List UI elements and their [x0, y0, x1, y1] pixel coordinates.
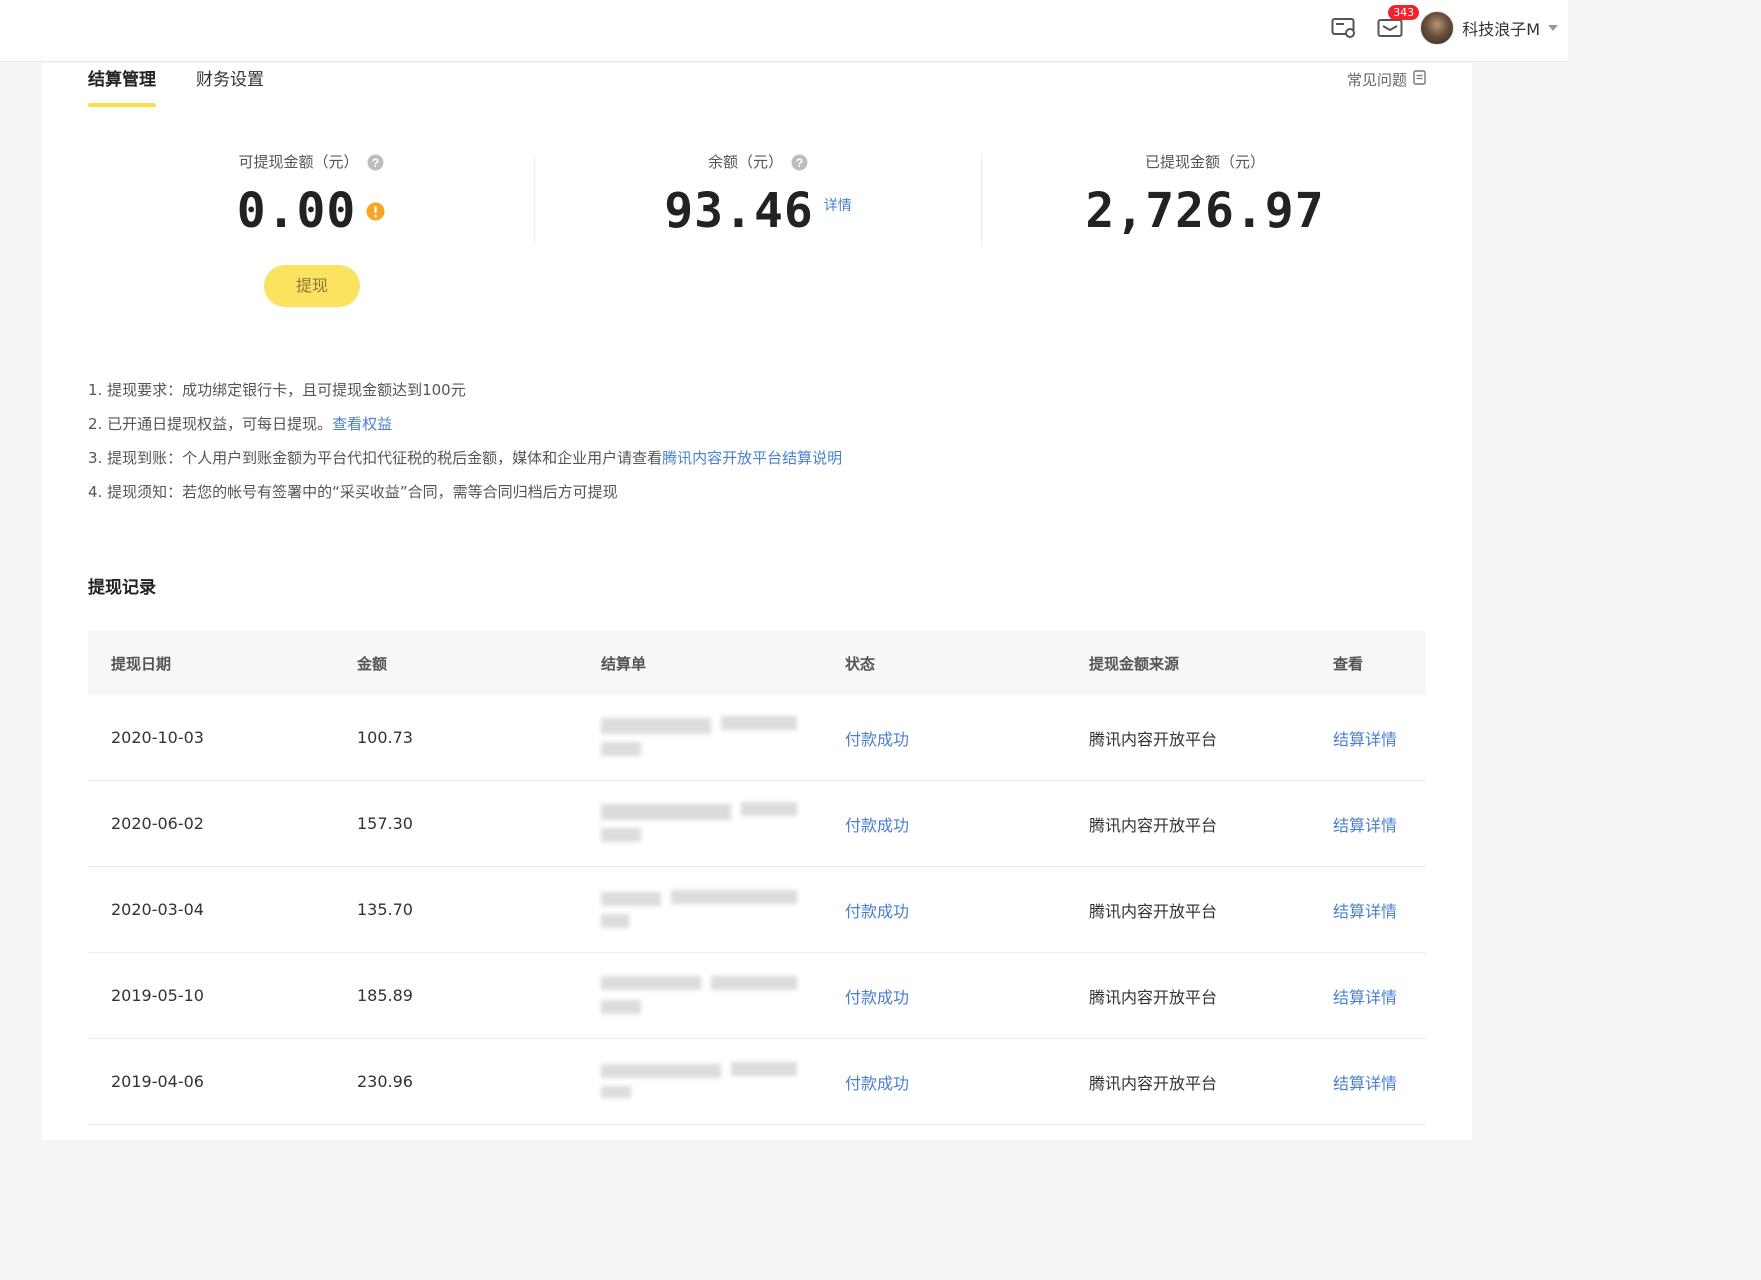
- note-item: 2. 已开通日提现权益，可每日提现。查看权益: [88, 415, 393, 433]
- row-amount: 230.96: [357, 1072, 413, 1091]
- chevron-down-icon[interactable]: [1548, 25, 1558, 31]
- svg-text:?: ?: [371, 156, 378, 170]
- row-status: 付款成功: [845, 1073, 910, 1093]
- records-title: 提现记录: [88, 578, 156, 598]
- document-icon: [1413, 70, 1426, 89]
- table-row: 2019-05-10 185.89 付款成功 腾讯内容开放平台 结算详情: [88, 953, 1426, 1039]
- withdrawable-label: 可提现金额（元）: [238, 153, 359, 171]
- tab-finance-settings[interactable]: 财务设置: [196, 63, 264, 109]
- settlement-detail-link[interactable]: 结算详情: [1310, 984, 1426, 1008]
- row-source: 腾讯内容开放平台: [1089, 1073, 1218, 1093]
- row-date: 2020-10-03: [111, 728, 204, 747]
- stat-balance: 余额（元） ? 93.46 详情: [535, 151, 981, 311]
- svg-text:?: ?: [796, 156, 803, 170]
- faq-label: 常见问题: [1346, 71, 1407, 89]
- header-statement: 结算单: [601, 654, 647, 673]
- table-row: 2020-03-04 135.70 付款成功 腾讯内容开放平台 结算详情: [88, 867, 1426, 953]
- row-amount: 157.30: [357, 814, 413, 833]
- avatar[interactable]: [1420, 11, 1455, 45]
- warning-icon[interactable]: [366, 202, 385, 221]
- row-status: 付款成功: [845, 729, 910, 749]
- help-icon[interactable]: ?: [791, 154, 808, 171]
- withdrawable-amount: 0.00: [236, 183, 357, 239]
- withdrawn-amount: 2,726.97: [1085, 183, 1325, 239]
- header-source: 提现金额来源: [1089, 654, 1180, 673]
- row-amount: 185.89: [357, 986, 413, 1005]
- tab-settlement-management[interactable]: 结算管理: [88, 63, 156, 109]
- mail-icon[interactable]: 343: [1376, 5, 1420, 42]
- view-benefits-link[interactable]: 查看权益: [332, 415, 392, 433]
- tab-bar: 结算管理 财务设置: [88, 63, 304, 109]
- table-row: 2019-04-06 230.96 付款成功 腾讯内容开放平台 结算详情: [88, 1039, 1426, 1125]
- row-source: 腾讯内容开放平台: [1089, 901, 1218, 921]
- balance-detail-link[interactable]: 详情: [824, 195, 852, 215]
- settlement-detail-link[interactable]: 结算详情: [1310, 898, 1426, 922]
- notification-badge: 343: [1388, 5, 1420, 20]
- blurred-statement: [601, 888, 797, 932]
- note-item: 3. 提现到账：个人用户到账金额为平台代扣代征税的税后金额，媒体和企业用户请查看…: [88, 449, 843, 467]
- row-status: 付款成功: [845, 901, 910, 921]
- settlement-detail-link[interactable]: 结算详情: [1310, 726, 1426, 750]
- header-amount: 金额: [357, 654, 388, 673]
- row-date: 2020-03-04: [111, 900, 204, 919]
- row-source: 腾讯内容开放平台: [1089, 729, 1218, 749]
- note-item: 4. 提现须知：若您的帐号有签署中的“采买收益”合同，需等合同归档后方可提现: [88, 483, 618, 501]
- withdrawn-label: 已提现金额（元）: [1144, 153, 1265, 171]
- settlement-explanation-link[interactable]: 腾讯内容开放平台结算说明: [662, 449, 842, 467]
- blurred-statement: [601, 974, 797, 1018]
- username[interactable]: 科技浪子M: [1462, 16, 1540, 40]
- settlement-card: 结算管理 财务设置 常见问题 可提现金额（元） ? 0.00 提现 余额（元） …: [42, 63, 1472, 1140]
- table-row: 2020-06-02 157.30 付款成功 腾讯内容开放平台 结算详情: [88, 781, 1426, 867]
- row-status: 付款成功: [845, 815, 910, 835]
- row-amount: 135.70: [357, 900, 413, 919]
- blurred-statement: [601, 715, 797, 760]
- header-view: 查看: [1333, 654, 1364, 673]
- table-row: 2020-10-03 100.73 付款成功 腾讯内容开放平台 结算详情: [88, 695, 1426, 781]
- faq-link[interactable]: 常见问题: [1347, 69, 1426, 90]
- row-status: 付款成功: [845, 987, 910, 1007]
- row-date: 2020-06-02: [111, 814, 204, 833]
- row-amount: 100.73: [357, 728, 413, 747]
- settlement-detail-link[interactable]: 结算详情: [1310, 812, 1426, 836]
- blurred-statement: [601, 801, 797, 846]
- settlement-detail-link[interactable]: 结算详情: [1310, 1070, 1426, 1094]
- balance-label: 余额（元）: [707, 153, 783, 171]
- balance-stats: 可提现金额（元） ? 0.00 提现 余额（元） ? 93.46 详情 已提现金…: [88, 151, 1428, 311]
- blurred-statement: [601, 1060, 797, 1104]
- screen-settings-icon[interactable]: [1330, 14, 1358, 42]
- header-status: 状态: [845, 654, 876, 673]
- stat-withdrawn: 已提现金额（元） 2,726.97: [982, 151, 1428, 311]
- table-header: 提现日期 金额 结算单 状态 提现金额来源 查看: [88, 631, 1426, 695]
- row-date: 2019-05-10: [111, 986, 204, 1005]
- top-bar: 343 科技浪子M: [0, 0, 1568, 62]
- row-source: 腾讯内容开放平台: [1089, 815, 1218, 835]
- withdraw-button[interactable]: 提现: [264, 265, 360, 307]
- note-item: 1. 提现要求：成功绑定银行卡，且可提现金额达到100元: [88, 381, 466, 399]
- header-tools: 343 科技浪子M: [1312, 5, 1558, 48]
- row-source: 腾讯内容开放平台: [1089, 987, 1218, 1007]
- stat-withdrawable: 可提现金额（元） ? 0.00 提现: [88, 151, 534, 311]
- balance-amount: 93.46: [664, 183, 814, 239]
- row-date: 2019-04-06: [111, 1072, 204, 1091]
- header-date: 提现日期: [111, 654, 172, 673]
- withdraw-notes: 1. 提现要求：成功绑定银行卡，且可提现金额达到100元 2. 已开通日提现权益…: [88, 373, 842, 509]
- withdraw-records-table: 提现日期 金额 结算单 状态 提现金额来源 查看 2020-10-03 100.…: [88, 631, 1426, 1125]
- help-icon[interactable]: ?: [367, 154, 384, 171]
